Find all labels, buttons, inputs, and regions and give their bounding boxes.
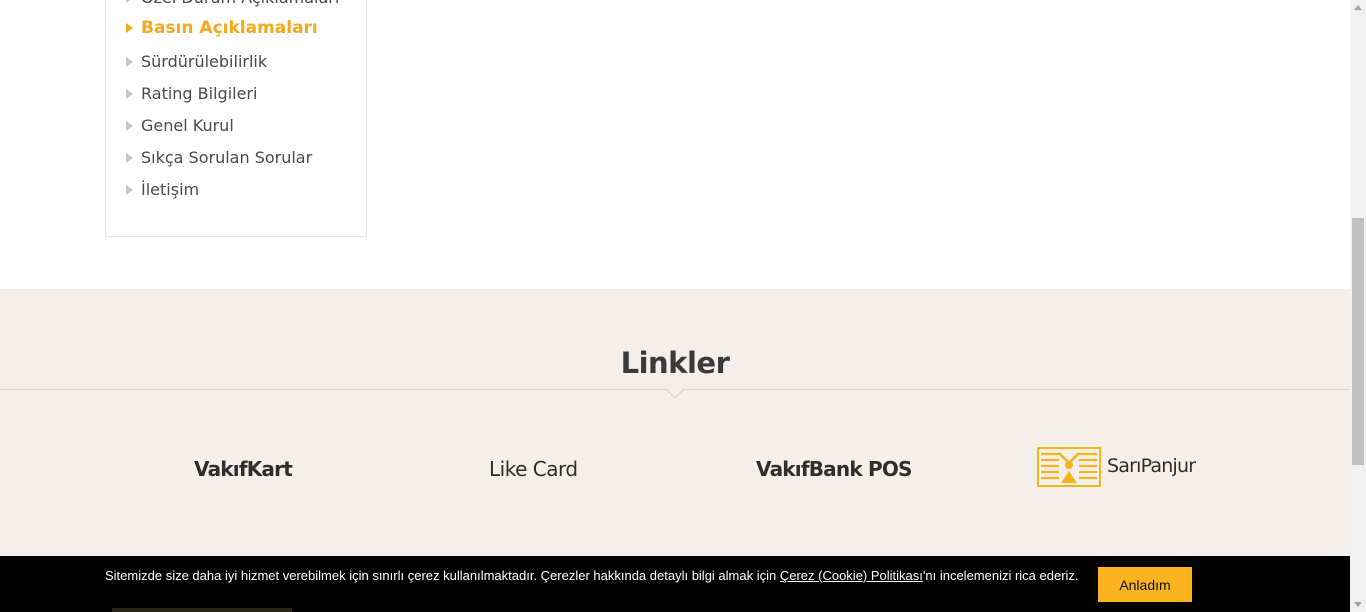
saripanjur-emblem-icon: [1037, 447, 1101, 487]
cookie-message: Sitemizde size daha iyi hizmet verebilme…: [105, 568, 1079, 583]
triangle-right-icon: [126, 57, 133, 67]
triangle-right-icon: [126, 23, 133, 33]
side-menu: Özel Durum Açıklamaları Basın Açıklamala…: [105, 0, 367, 237]
triangle-right-icon: [126, 185, 133, 195]
cookie-text-before: Sitemizde size daha iyi hizmet verebilme…: [105, 568, 780, 583]
scroll-up-icon[interactable]: [1350, 0, 1366, 16]
triangle-right-icon: [126, 0, 133, 3]
menu-item-genel-kurul[interactable]: Genel Kurul: [126, 116, 361, 144]
menu-item-rating-bilgileri[interactable]: Rating Bilgileri: [126, 84, 361, 112]
menu-item-ozel-durum[interactable]: Özel Durum Açıklamaları: [126, 0, 361, 16]
footer-logo-partial: [112, 608, 292, 612]
menu-item-iletisim[interactable]: İletişim: [126, 180, 361, 208]
menu-item-label: Rating Bilgileri: [141, 84, 258, 103]
menu-item-label: Sürdürülebilirlik: [141, 52, 268, 71]
scrollbar-thumb[interactable]: [1352, 218, 1364, 465]
menu-item-sikca-sorulan-sorular[interactable]: Sıkça Sorulan Sorular: [126, 148, 361, 176]
links-title: Linkler: [620, 346, 730, 380]
scroll-down-icon[interactable]: [1350, 596, 1366, 612]
page-content: Özel Durum Açıklamaları Basın Açıklamala…: [0, 0, 1350, 612]
vertical-scrollbar[interactable]: [1350, 0, 1366, 612]
saripanjur-logo-text: SarıPanjur: [1107, 455, 1196, 477]
menu-item-label: Basın Açıklamaları: [141, 18, 318, 38]
menu-item-label: Özel Durum Açıklamaları: [141, 0, 339, 8]
menu-item-surdurulebilirlik[interactable]: Sürdürülebilirlik: [126, 52, 361, 80]
triangle-right-icon: [126, 89, 133, 99]
menu-item-basin-aciklamalari[interactable]: Basın Açıklamaları: [126, 18, 361, 46]
menu-item-label: Sıkça Sorulan Sorular: [141, 148, 313, 167]
cookie-text-after: 'nı incelemenizi rica ederiz.: [922, 568, 1079, 583]
cookie-banner: Sitemizde size daha iyi hizmet verebilme…: [0, 556, 1350, 612]
saripanjur-logo-link[interactable]: SarıPanjur: [1037, 445, 1197, 489]
menu-item-label: Genel Kurul: [141, 116, 234, 135]
vakifkart-logo-link[interactable]: VakıfKart: [194, 457, 293, 481]
triangle-right-icon: [126, 121, 133, 131]
accept-cookies-button[interactable]: Anladım: [1098, 567, 1192, 602]
triangle-right-icon: [126, 153, 133, 163]
cookie-policy-link[interactable]: Çerez (Cookie) Politikası: [780, 568, 923, 583]
menu-item-label: İletişim: [141, 180, 200, 199]
like-card-logo-link[interactable]: Like Card: [489, 457, 578, 481]
vakifbank-pos-logo-link[interactable]: VakıfBank POS: [756, 457, 912, 481]
caret-down-icon: [666, 389, 684, 399]
